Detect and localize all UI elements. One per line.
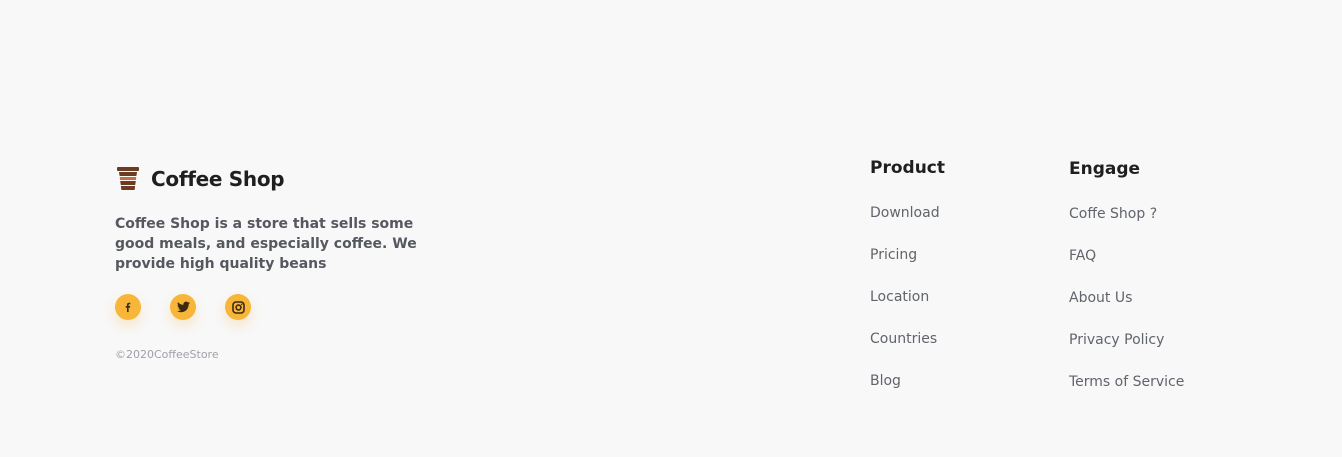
brand-description: Coffee Shop is a store that sells some g… bbox=[115, 216, 417, 272]
copyright-text: ©2020CoffeeStore bbox=[115, 348, 219, 361]
link-pricing[interactable]: Pricing bbox=[870, 247, 917, 263]
instagram-link[interactable] bbox=[225, 294, 251, 320]
link-terms-of-service[interactable]: Terms of Service bbox=[1069, 374, 1184, 390]
brand-logo[interactable]: Coffee Shop bbox=[115, 166, 445, 192]
social-links bbox=[115, 294, 445, 320]
link-faq[interactable]: FAQ bbox=[1069, 248, 1096, 264]
facebook-icon bbox=[122, 301, 134, 313]
engage-links: Coffe Shop ? FAQ About Us Privacy Policy… bbox=[1069, 202, 1184, 412]
link-location[interactable]: Location bbox=[870, 289, 929, 305]
coffee-cup-icon bbox=[115, 166, 141, 192]
product-links: Download Pricing Location Countries Blog bbox=[870, 201, 945, 411]
product-column: Product Download Pricing Location Countr… bbox=[870, 156, 945, 411]
link-about-us[interactable]: About Us bbox=[1069, 290, 1132, 306]
brand-name: Coffee Shop bbox=[151, 167, 285, 191]
link-blog[interactable]: Blog bbox=[870, 373, 901, 389]
link-countries[interactable]: Countries bbox=[870, 331, 937, 347]
link-privacy-policy[interactable]: Privacy Policy bbox=[1069, 332, 1164, 348]
link-download[interactable]: Download bbox=[870, 205, 940, 221]
site-footer: Coffee Shop Coffee Shop is a store that … bbox=[0, 0, 1342, 457]
product-heading: Product bbox=[870, 158, 945, 178]
twitter-icon bbox=[176, 301, 190, 313]
brand-block: Coffee Shop Coffee Shop is a store that … bbox=[115, 166, 445, 361]
engage-column: Engage Coffe Shop ? FAQ About Us Privacy… bbox=[1069, 157, 1184, 412]
engage-heading: Engage bbox=[1069, 159, 1141, 179]
twitter-link[interactable] bbox=[170, 294, 196, 320]
instagram-icon bbox=[231, 300, 245, 314]
link-coffe-shop[interactable]: Coffe Shop ? bbox=[1069, 206, 1157, 222]
facebook-link[interactable] bbox=[115, 294, 141, 320]
